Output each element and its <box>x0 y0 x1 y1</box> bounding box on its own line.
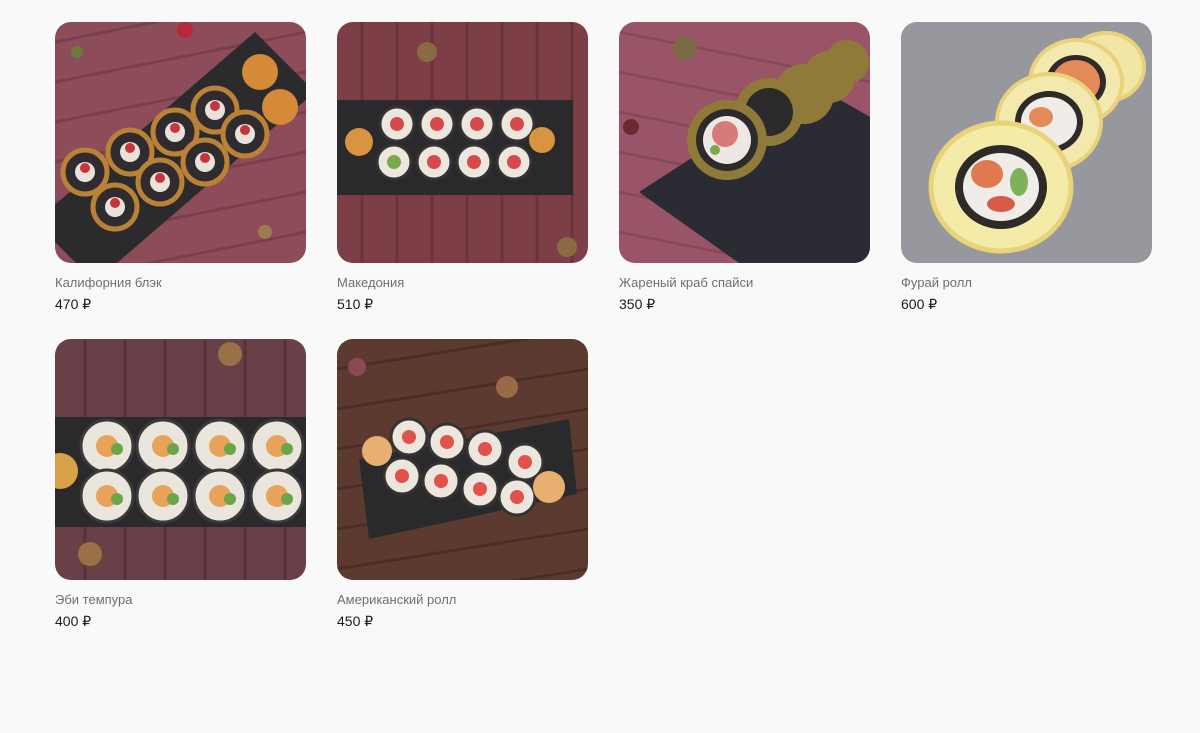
rolls-black-tempura-photo <box>55 22 306 263</box>
product-card[interactable]: Эби темпура 400 ₽ <box>55 339 306 630</box>
product-photo[interactable] <box>55 22 306 263</box>
fried-crab-rolls-photo <box>619 22 870 263</box>
rolls-on-slate-photo <box>337 22 588 263</box>
product-photo[interactable] <box>619 22 870 263</box>
product-card[interactable]: Калифорния блэк 470 ₽ <box>55 22 306 313</box>
product-photo[interactable] <box>337 339 588 580</box>
product-card[interactable]: Жареный краб спайси 350 ₽ <box>619 22 870 313</box>
product-name: Фурай ролл <box>901 275 972 290</box>
product-name: Калифорния блэк <box>55 275 162 290</box>
product-photo[interactable] <box>55 339 306 580</box>
product-card[interactable]: Американский ролл 450 ₽ <box>337 339 588 630</box>
product-price: 450 ₽ <box>337 613 374 629</box>
product-card[interactable]: Македония 510 ₽ <box>337 22 588 313</box>
product-name: Македония <box>337 275 405 290</box>
product-card[interactable]: Фурай ролл 600 ₽ <box>901 22 1152 313</box>
product-name: Американский ролл <box>337 592 457 607</box>
product-name: Эби темпура <box>55 592 133 607</box>
product-grid: Калифорния блэк 470 ₽ Македония 510 ₽ Жа… <box>55 22 1152 630</box>
product-price: 470 ₽ <box>55 296 92 312</box>
product-price: 600 ₽ <box>901 296 938 312</box>
ebi-tempura-rolls-photo <box>55 339 306 580</box>
product-price: 400 ₽ <box>55 613 92 629</box>
american-rolls-photo <box>337 339 588 580</box>
furai-rolls-photo <box>901 22 1152 263</box>
product-photo[interactable] <box>901 22 1152 263</box>
product-photo[interactable] <box>337 22 588 263</box>
product-name: Жареный краб спайси <box>619 275 754 290</box>
product-price: 510 ₽ <box>337 296 374 312</box>
product-price: 350 ₽ <box>619 296 656 312</box>
